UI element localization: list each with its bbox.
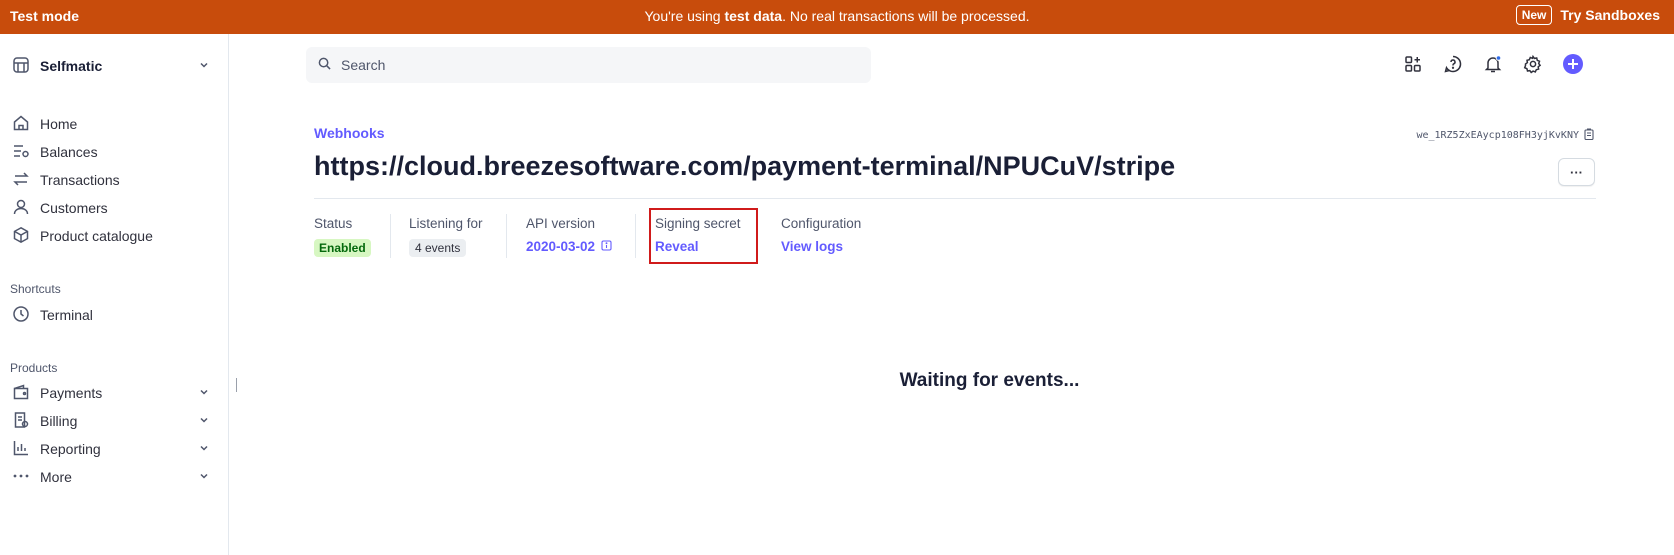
help-icon[interactable] xyxy=(1443,54,1463,74)
sidebar-item-more[interactable]: More xyxy=(12,465,210,489)
bell-icon[interactable] xyxy=(1483,54,1503,74)
billing-icon xyxy=(12,411,30,432)
divider xyxy=(635,214,636,258)
chevron-down-icon[interactable] xyxy=(198,413,210,429)
view-logs-link[interactable]: View logs xyxy=(781,239,843,254)
status-field: Status Enabled xyxy=(314,216,371,257)
gear-icon[interactable] xyxy=(1523,54,1543,74)
listening-field: Listening for 4 events xyxy=(409,216,483,257)
store-icon xyxy=(12,56,30,77)
sidebar-item-product-catalogue[interactable]: Product catalogue xyxy=(12,224,210,248)
apps-icon[interactable] xyxy=(1403,54,1423,74)
api-version-link[interactable]: 2020-03-02 xyxy=(526,239,595,254)
message-suffix: . No real transactions will be processed… xyxy=(782,8,1030,24)
shortcuts-heading: Shortcuts xyxy=(10,282,61,296)
reporting-icon xyxy=(12,439,30,460)
webhook-id-value: we_1RZ5ZxEAycp108FH3yjKvKNY xyxy=(1416,130,1579,141)
page-title: https://cloud.breezesoftware.com/payment… xyxy=(314,151,1176,181)
divider xyxy=(506,214,507,258)
more-dots-icon xyxy=(12,467,30,488)
sidebar-item-balances[interactable]: Balances xyxy=(12,140,210,164)
search-bar[interactable] xyxy=(306,47,871,83)
customers-icon xyxy=(12,198,30,219)
waiting-text: Waiting for events... xyxy=(899,370,1080,391)
sidebar-item-terminal[interactable]: Terminal xyxy=(12,303,210,327)
sidebar-item-label: Transactions xyxy=(40,172,120,188)
test-mode-banner: Test mode You're using test data. No rea… xyxy=(0,0,1674,34)
listening-label: Listening for xyxy=(409,216,483,231)
sidebar-item-transactions[interactable]: Transactions xyxy=(12,168,210,192)
sidebar-item-customers[interactable]: Customers xyxy=(12,196,210,220)
try-sandboxes-link[interactable]: New Try Sandboxes xyxy=(1515,5,1660,25)
sidebar-item-label: More xyxy=(40,469,72,485)
message-bold: test data xyxy=(724,8,783,24)
sidebar-item-home[interactable]: Home xyxy=(12,112,210,136)
sidebar-item-billing[interactable]: Billing xyxy=(12,409,210,433)
copy-icon[interactable] xyxy=(1584,128,1594,143)
sidebar-item-reporting[interactable]: Reporting xyxy=(12,437,210,461)
new-badge: New xyxy=(1515,5,1553,25)
status-badge: Enabled xyxy=(314,239,371,257)
chevron-down-icon[interactable] xyxy=(198,441,210,457)
create-plus-icon[interactable] xyxy=(1563,54,1583,74)
transactions-icon xyxy=(12,170,30,191)
sidebar-item-label: Reporting xyxy=(40,441,101,457)
waiting-message: Waiting for events... xyxy=(0,370,1674,392)
divider xyxy=(390,214,391,258)
try-sandboxes-label[interactable]: Try Sandboxes xyxy=(1560,7,1660,23)
webhook-id: we_1RZ5ZxEAycp108FH3yjKvKNY xyxy=(1416,128,1594,143)
home-icon xyxy=(12,114,30,135)
header-actions xyxy=(1403,54,1583,74)
api-version-field: API version 2020-03-02 xyxy=(526,216,612,254)
chevron-down-icon[interactable] xyxy=(198,469,210,485)
clock-icon xyxy=(12,305,30,326)
sidebar-item-label: Product catalogue xyxy=(40,228,153,244)
configuration-label: Configuration xyxy=(781,216,862,231)
signing-secret-highlight-box xyxy=(649,208,758,264)
breadcrumb-webhooks[interactable]: Webhooks xyxy=(314,125,385,141)
header-divider xyxy=(314,198,1596,199)
balances-icon xyxy=(12,142,30,163)
api-version-label: API version xyxy=(526,216,596,231)
search-input[interactable] xyxy=(341,57,841,73)
test-data-message: You're using test data. No real transact… xyxy=(0,8,1674,24)
account-name: Selfmatic xyxy=(40,58,103,74)
status-label: Status xyxy=(314,216,353,231)
info-icon[interactable] xyxy=(601,239,612,254)
more-actions-button[interactable]: ··· xyxy=(1558,158,1595,186)
sidebar-item-label: Customers xyxy=(40,200,108,216)
account-switcher[interactable]: Selfmatic xyxy=(12,54,210,78)
sidebar-item-label: Billing xyxy=(40,413,78,429)
product-catalogue-icon xyxy=(12,226,30,247)
sidebar: Selfmatic Home Balances Transactions Cus… xyxy=(0,34,229,555)
sidebar-item-label: Home xyxy=(40,116,78,132)
search-icon xyxy=(318,57,331,73)
sidebar-item-label: Terminal xyxy=(40,307,93,323)
message-prefix: You're using xyxy=(644,8,725,24)
configuration-field: Configuration View logs xyxy=(781,216,861,254)
sidebar-item-label: Balances xyxy=(40,144,98,160)
events-count-badge[interactable]: 4 events xyxy=(409,239,467,257)
chevron-down-icon xyxy=(198,58,210,74)
